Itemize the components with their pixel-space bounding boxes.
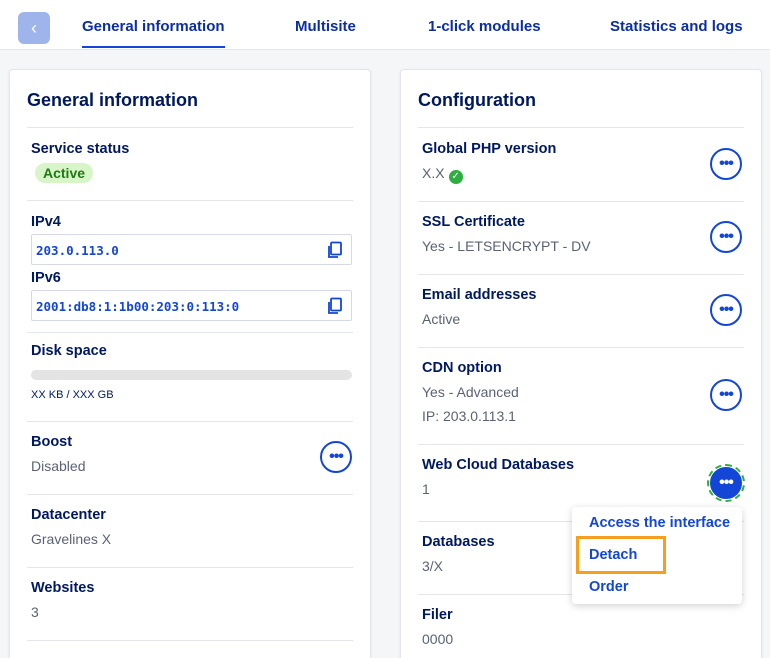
ssl-value: Yes - LETSENCRYPT - DV	[422, 238, 591, 254]
cdn-ip: IP: 203.0.113.1	[422, 408, 516, 424]
divider	[27, 494, 353, 495]
datacenter-tile: Datacenter Gravelines X	[31, 507, 353, 547]
disk-space-label: Disk space	[31, 343, 107, 359]
more-icon: •••	[719, 155, 734, 172]
ssl-tile: SSL Certificate Yes - LETSENCRYPT - DV	[422, 214, 744, 254]
disk-usage-bar	[31, 370, 352, 380]
disk-space-tile: Disk space	[31, 343, 353, 359]
disk-usage-text: XX KB / XXX GB	[31, 389, 114, 401]
php-version-tile: Global PHP version X.X ✓	[422, 141, 744, 184]
tab-1-click-modules[interactable]: 1-click modules	[428, 18, 541, 35]
copy-icon[interactable]	[326, 297, 344, 315]
boost-more-button[interactable]: •••	[320, 441, 352, 473]
ipv6-value: 2001:db8:1:1b00:203:0:113:0	[36, 299, 240, 314]
tab-multisite[interactable]: Multisite	[295, 18, 356, 35]
boost-label: Boost	[31, 434, 73, 450]
tab-statistics-and-logs[interactable]: Statistics and logs	[610, 18, 743, 35]
divider	[418, 274, 744, 275]
ipv4-tile: IPv4	[31, 214, 353, 230]
web-cloud-databases-label: Web Cloud Databases	[422, 457, 575, 473]
status-badge: Active	[35, 163, 94, 183]
divider	[418, 201, 744, 202]
cdn-more-button[interactable]: •••	[710, 379, 742, 411]
email-more-button[interactable]: •••	[710, 294, 742, 326]
card-title: General information	[27, 90, 199, 110]
email-tile: Email addresses Active	[422, 287, 744, 327]
filer-label: Filer	[422, 607, 453, 623]
menu-item-order[interactable]: Order	[589, 579, 629, 595]
general-information-card: General information Service status Activ…	[9, 69, 371, 658]
more-icon: •••	[719, 386, 734, 403]
cdn-label: CDN option	[422, 360, 502, 376]
ipv6-tile: IPv6	[31, 270, 353, 286]
email-label: Email addresses	[422, 287, 537, 303]
top-tabs-bar: ‹ General information Multisite 1-click …	[0, 0, 770, 50]
more-icon: •••	[719, 228, 734, 245]
more-icon: •••	[719, 474, 734, 491]
datacenter-label: Datacenter	[31, 507, 106, 523]
divider	[27, 640, 353, 641]
tab-general-information[interactable]: General information	[82, 18, 225, 48]
divider	[418, 127, 744, 128]
web-cloud-databases-tile: Web Cloud Databases 1	[422, 457, 744, 497]
check-circle-icon: ✓	[448, 170, 463, 184]
more-icon: •••	[719, 301, 734, 318]
divider	[418, 347, 744, 348]
detach-highlight-box	[576, 536, 666, 574]
card-title: Configuration	[418, 90, 536, 110]
email-value: Active	[422, 311, 461, 327]
ipv6-label: IPv6	[31, 270, 61, 286]
divider	[418, 444, 744, 445]
chevron-left-icon: ‹	[31, 17, 37, 38]
websites-label: Websites	[31, 580, 95, 596]
web-cloud-databases-value: 1	[422, 481, 430, 497]
divider	[27, 421, 353, 422]
filer-value: 0000	[422, 631, 454, 647]
ipv4-value: 203.0.113.0	[36, 243, 119, 258]
service-status-label: Service status	[31, 141, 130, 157]
divider	[27, 200, 353, 201]
php-version-value: X.X	[422, 165, 445, 181]
divider	[27, 127, 353, 128]
ssl-more-button[interactable]: •••	[710, 221, 742, 253]
back-button[interactable]: ‹	[18, 12, 50, 44]
ipv4-field[interactable]: 203.0.113.0	[31, 234, 352, 265]
boost-tile: Boost Disabled	[31, 434, 353, 474]
divider	[27, 567, 353, 568]
php-version-label: Global PHP version	[422, 141, 557, 157]
service-status-tile: Service status Active	[31, 141, 353, 183]
websites-value: 3	[31, 604, 39, 620]
datacenter-value: Gravelines X	[31, 531, 112, 547]
more-icon: •••	[329, 448, 344, 465]
web-cloud-databases-more-button[interactable]: •••	[707, 464, 745, 502]
menu-item-access-interface[interactable]: Access the interface	[589, 515, 730, 531]
boost-value: Disabled	[31, 458, 86, 474]
php-more-button[interactable]: •••	[710, 148, 742, 180]
ipv6-field[interactable]: 2001:db8:1:1b00:203:0:113:0	[31, 290, 352, 321]
websites-tile: Websites 3	[31, 580, 353, 620]
ipv4-label: IPv4	[31, 214, 61, 230]
cdn-tile: CDN option Yes - Advanced IP: 203.0.113.…	[422, 360, 744, 424]
php-version-value-row: X.X ✓	[422, 165, 744, 184]
ssl-label: SSL Certificate	[422, 214, 525, 230]
cdn-value: Yes - Advanced	[422, 384, 519, 400]
filer-tile: Filer 0000	[422, 607, 744, 647]
copy-icon[interactable]	[326, 241, 344, 259]
divider	[27, 332, 353, 333]
